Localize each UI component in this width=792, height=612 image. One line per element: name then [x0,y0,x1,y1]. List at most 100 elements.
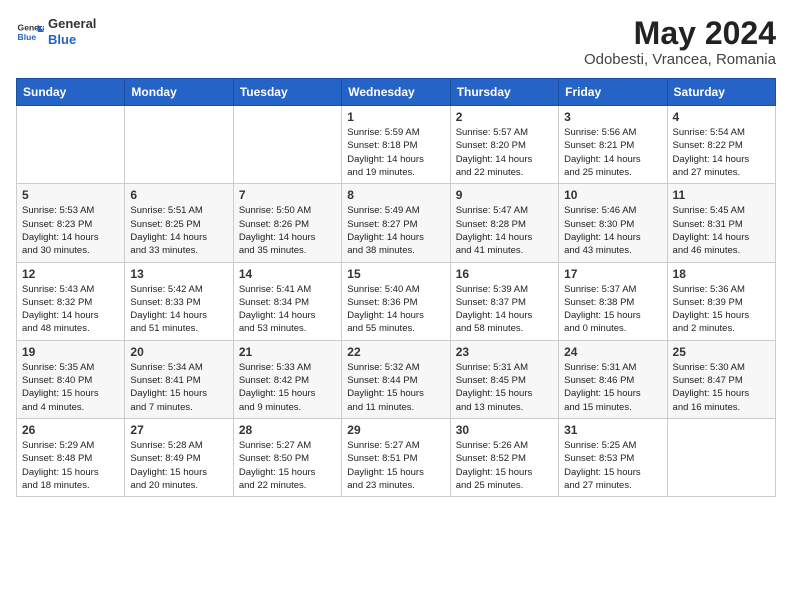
calendar-day-cell: 13 Sunrise: 5:42 AM Sunset: 8:33 PM Dayli… [125,262,233,340]
svg-text:Blue: Blue [18,31,37,41]
day-number: 21 [239,345,336,359]
day-info: Sunrise: 5:46 AM Sunset: 8:30 PM Dayligh… [564,204,661,257]
calendar-day-cell: 29 Sunrise: 5:27 AM Sunset: 8:51 PM Dayli… [342,418,450,496]
day-number: 18 [673,267,770,281]
day-info: Sunrise: 5:35 AM Sunset: 8:40 PM Dayligh… [22,361,119,414]
day-info: Sunrise: 5:31 AM Sunset: 8:46 PM Dayligh… [564,361,661,414]
day-info: Sunrise: 5:27 AM Sunset: 8:51 PM Dayligh… [347,439,444,492]
day-number: 15 [347,267,444,281]
logo-text: General Blue [48,16,96,47]
day-number: 14 [239,267,336,281]
day-number: 2 [456,110,553,124]
calendar-day-cell: 4 Sunrise: 5:54 AM Sunset: 8:22 PM Daylig… [667,106,775,184]
calendar-day-cell: 2 Sunrise: 5:57 AM Sunset: 8:20 PM Daylig… [450,106,558,184]
calendar-day-cell: 17Sunrise: 5:37 AM Sunset: 8:38 PM Dayli… [559,262,667,340]
calendar-day-cell [233,106,341,184]
day-number: 12 [22,267,119,281]
calendar-day-cell: 27 Sunrise: 5:28 AM Sunset: 8:49 PM Dayli… [125,418,233,496]
calendar-day-cell: 23 Sunrise: 5:31 AM Sunset: 8:45 PM Dayli… [450,340,558,418]
day-info: Sunrise: 5:45 AM Sunset: 8:31 PM Dayligh… [673,204,770,257]
day-info: Sunrise: 5:53 AM Sunset: 8:23 PM Dayligh… [22,204,119,257]
day-number: 30 [456,423,553,437]
calendar-week-row: 19Sunrise: 5:35 AM Sunset: 8:40 PM Dayli… [17,340,776,418]
day-info: Sunrise: 5:54 AM Sunset: 8:22 PM Dayligh… [673,126,770,179]
calendar-day-cell: 16 Sunrise: 5:39 AM Sunset: 8:37 PM Dayli… [450,262,558,340]
month-year: May 2024 [584,16,776,51]
day-number: 24 [564,345,661,359]
day-info: Sunrise: 5:25 AM Sunset: 8:53 PM Dayligh… [564,439,661,492]
calendar-day-cell: 20 Sunrise: 5:34 AM Sunset: 8:41 PM Dayli… [125,340,233,418]
weekday-header: Wednesday [342,79,450,106]
day-info: Sunrise: 5:31 AM Sunset: 8:45 PM Dayligh… [456,361,553,414]
day-number: 4 [673,110,770,124]
calendar-day-cell: 30 Sunrise: 5:26 AM Sunset: 8:52 PM Dayli… [450,418,558,496]
day-number: 28 [239,423,336,437]
calendar-day-cell: 7Sunrise: 5:50 AM Sunset: 8:26 PM Daylig… [233,184,341,262]
weekday-header: Saturday [667,79,775,106]
calendar-day-cell: 8 Sunrise: 5:49 AM Sunset: 8:27 PM Daylig… [342,184,450,262]
day-number: 25 [673,345,770,359]
calendar-table: SundayMondayTuesdayWednesdayThursdayFrid… [16,78,776,497]
calendar-week-row: 26 Sunrise: 5:29 AM Sunset: 8:48 PM Dayli… [17,418,776,496]
day-number: 31 [564,423,661,437]
day-number: 10 [564,188,661,202]
calendar-day-cell: 12 Sunrise: 5:43 AM Sunset: 8:32 PM Dayli… [17,262,125,340]
day-number: 5 [22,188,119,202]
day-info: Sunrise: 5:49 AM Sunset: 8:27 PM Dayligh… [347,204,444,257]
calendar-day-cell: 25Sunrise: 5:30 AM Sunset: 8:47 PM Dayli… [667,340,775,418]
calendar-day-cell [667,418,775,496]
day-number: 9 [456,188,553,202]
day-number: 8 [347,188,444,202]
calendar-week-row: 1Sunrise: 5:59 AM Sunset: 8:18 PM Daylig… [17,106,776,184]
calendar-day-cell [125,106,233,184]
calendar-day-cell: 3Sunrise: 5:56 AM Sunset: 8:21 PM Daylig… [559,106,667,184]
calendar-day-cell: 18 Sunrise: 5:36 AM Sunset: 8:39 PM Dayli… [667,262,775,340]
calendar-day-cell: 10 Sunrise: 5:46 AM Sunset: 8:30 PM Dayli… [559,184,667,262]
day-info: Sunrise: 5:34 AM Sunset: 8:41 PM Dayligh… [130,361,227,414]
day-number: 27 [130,423,227,437]
day-info: Sunrise: 5:28 AM Sunset: 8:49 PM Dayligh… [130,439,227,492]
calendar-day-cell: 9Sunrise: 5:47 AM Sunset: 8:28 PM Daylig… [450,184,558,262]
calendar-day-cell: 11Sunrise: 5:45 AM Sunset: 8:31 PM Dayli… [667,184,775,262]
day-number: 29 [347,423,444,437]
calendar-day-cell: 28 Sunrise: 5:27 AM Sunset: 8:50 PM Dayli… [233,418,341,496]
day-info: Sunrise: 5:59 AM Sunset: 8:18 PM Dayligh… [347,126,444,179]
day-info: Sunrise: 5:57 AM Sunset: 8:20 PM Dayligh… [456,126,553,179]
day-info: Sunrise: 5:26 AM Sunset: 8:52 PM Dayligh… [456,439,553,492]
day-info: Sunrise: 5:42 AM Sunset: 8:33 PM Dayligh… [130,283,227,336]
weekday-header: Thursday [450,79,558,106]
calendar-day-cell: 26 Sunrise: 5:29 AM Sunset: 8:48 PM Dayli… [17,418,125,496]
calendar-day-cell: 15 Sunrise: 5:40 AM Sunset: 8:36 PM Dayli… [342,262,450,340]
calendar-day-cell: 22 Sunrise: 5:32 AM Sunset: 8:44 PM Dayli… [342,340,450,418]
day-info: Sunrise: 5:29 AM Sunset: 8:48 PM Dayligh… [22,439,119,492]
logo-icon: General Blue [16,18,44,46]
day-info: Sunrise: 5:37 AM Sunset: 8:38 PM Dayligh… [564,283,661,336]
day-info: Sunrise: 5:33 AM Sunset: 8:42 PM Dayligh… [239,361,336,414]
calendar-day-cell: 14 Sunrise: 5:41 AM Sunset: 8:34 PM Dayli… [233,262,341,340]
day-number: 13 [130,267,227,281]
day-info: Sunrise: 5:51 AM Sunset: 8:25 PM Dayligh… [130,204,227,257]
title-block: May 2024 Odobesti, Vrancea, Romania [584,16,776,68]
day-info: Sunrise: 5:36 AM Sunset: 8:39 PM Dayligh… [673,283,770,336]
day-info: Sunrise: 5:27 AM Sunset: 8:50 PM Dayligh… [239,439,336,492]
day-info: Sunrise: 5:41 AM Sunset: 8:34 PM Dayligh… [239,283,336,336]
page-header: General Blue General Blue May 2024 Odobe… [16,16,776,68]
calendar-day-cell: 5 Sunrise: 5:53 AM Sunset: 8:23 PM Daylig… [17,184,125,262]
day-number: 6 [130,188,227,202]
weekday-header: Tuesday [233,79,341,106]
day-number: 26 [22,423,119,437]
weekday-header: Sunday [17,79,125,106]
calendar-day-cell: 24 Sunrise: 5:31 AM Sunset: 8:46 PM Dayli… [559,340,667,418]
day-info: Sunrise: 5:50 AM Sunset: 8:26 PM Dayligh… [239,204,336,257]
calendar-day-cell: 6 Sunrise: 5:51 AM Sunset: 8:25 PM Daylig… [125,184,233,262]
day-info: Sunrise: 5:40 AM Sunset: 8:36 PM Dayligh… [347,283,444,336]
day-info: Sunrise: 5:32 AM Sunset: 8:44 PM Dayligh… [347,361,444,414]
day-number: 16 [456,267,553,281]
day-number: 23 [456,345,553,359]
calendar-week-row: 12 Sunrise: 5:43 AM Sunset: 8:32 PM Dayli… [17,262,776,340]
calendar-day-cell: 31 Sunrise: 5:25 AM Sunset: 8:53 PM Dayli… [559,418,667,496]
day-number: 22 [347,345,444,359]
day-number: 20 [130,345,227,359]
day-info: Sunrise: 5:43 AM Sunset: 8:32 PM Dayligh… [22,283,119,336]
day-info: Sunrise: 5:39 AM Sunset: 8:37 PM Dayligh… [456,283,553,336]
